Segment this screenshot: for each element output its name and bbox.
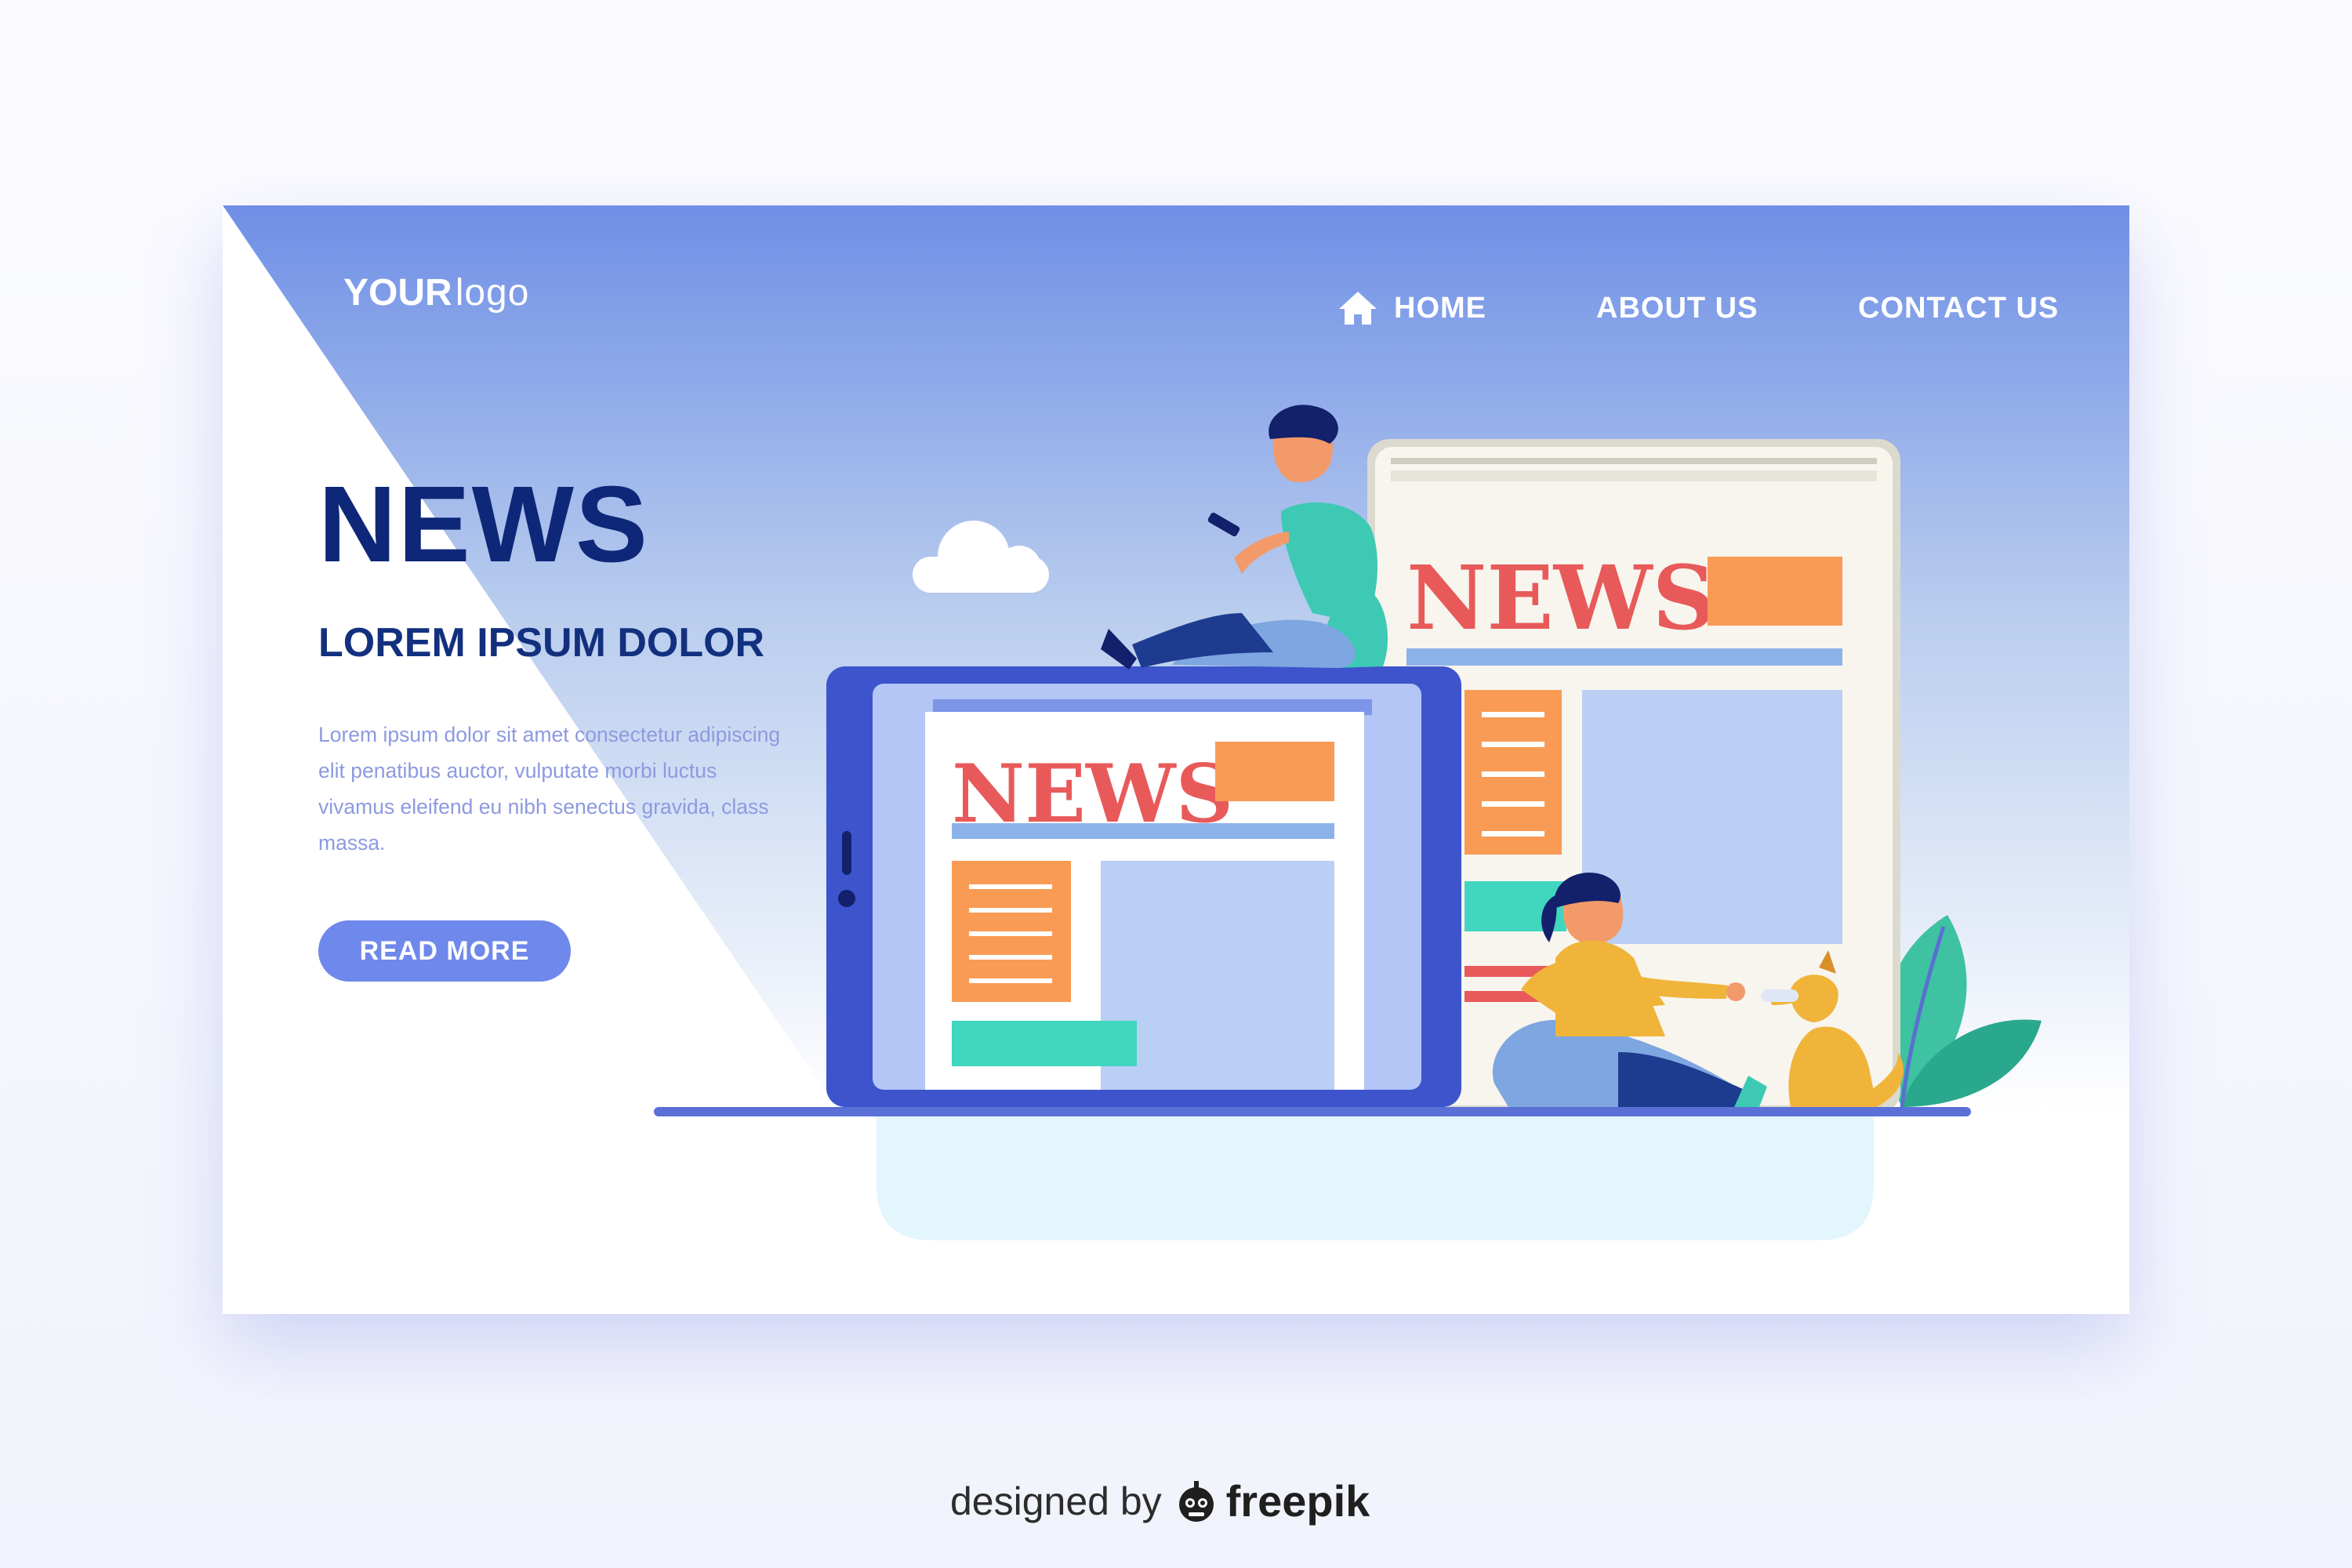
landing-card: YOURlogo HOME ABOUT US CONTACT US NEWS L… xyxy=(223,205,2129,1314)
ground-line xyxy=(654,1107,1971,1116)
news-illustration: NEWS NEWS xyxy=(654,405,2042,1240)
right-plant-icon xyxy=(1883,915,2042,1108)
credit-prefix: designed by xyxy=(950,1479,1162,1523)
cloud-icon xyxy=(913,521,1049,593)
freepik-logo-icon xyxy=(1178,1480,1214,1522)
tablet-icon: NEWS xyxy=(826,666,1461,1107)
floor-shape xyxy=(877,1107,1874,1240)
paper-headline: NEWS xyxy=(1406,547,1715,650)
freepik-credit[interactable]: designed by freepik xyxy=(950,1475,1370,1526)
man-with-phone-figure xyxy=(1101,405,1388,670)
credit-brand: freepik xyxy=(1225,1476,1370,1526)
